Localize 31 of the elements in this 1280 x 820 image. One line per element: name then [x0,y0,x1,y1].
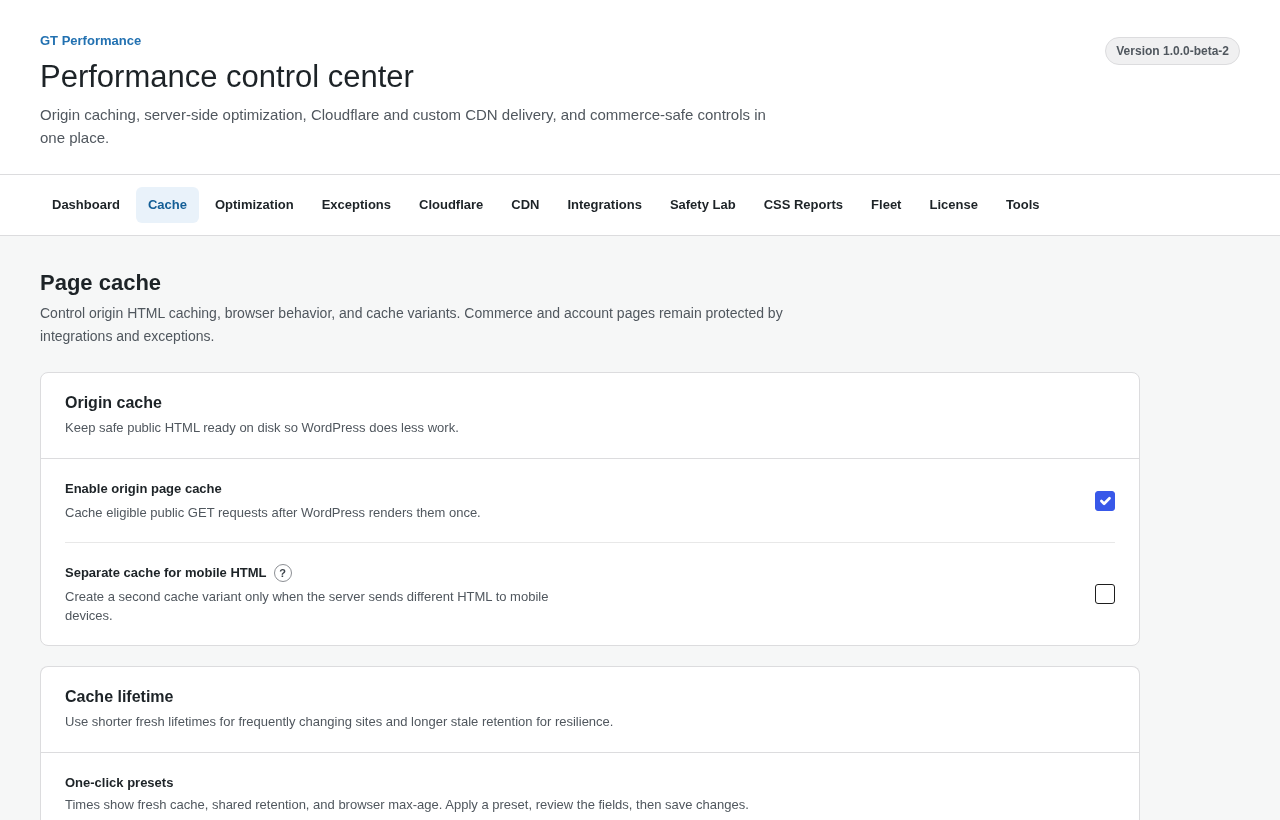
checkbox[interactable] [1095,584,1115,604]
card-title: Cache lifetime [65,687,175,707]
version-pill: Version 1.0.0-beta-2 [1105,37,1240,65]
card-description: Use shorter fresh lifetimes for frequently changing sites and longer stale retention for resilience. [65,713,615,731]
setting-label: Enable origin page cache [65,480,222,498]
nav-tab[interactable]: CDN [499,187,552,223]
help-icon[interactable]: ? [273,564,292,582]
setting-description: Cache eligible public GET requests after WordPress renders them once. [65,504,481,522]
card-description: Keep safe public HTML ready on disk so WordPress does less work. [65,419,460,437]
nav-tab[interactable]: Integrations [555,187,654,223]
brand-label: GT Performance [40,32,143,50]
checkbox[interactable] [1095,490,1115,511]
section-title: Page cache [40,269,163,297]
nav-tab[interactable]: Optimization [202,187,306,223]
nav-tab[interactable]: Exceptions [309,187,403,223]
nav-tab[interactable]: Tools [993,187,1052,223]
nav-tab[interactable]: Fleet [859,187,914,223]
nav-tab[interactable]: Safety Lab [657,187,748,223]
nav-tab[interactable]: Cache [135,187,199,223]
nav-tab[interactable]: License [917,187,990,223]
setting-label: One-click presets [65,774,174,792]
nav-tab[interactable]: Dashboard [40,187,132,223]
nav-tab[interactable]: Cloudflare [407,187,496,223]
page-title: Performance control center [40,58,415,96]
card-title: Origin cache [65,393,163,413]
setting-description: Create a second cache variant only when the server sends different HTML to mobile devices. [65,588,550,625]
section-description: Control origin HTML caching, browser behavior, and cache variants. Commerce and account pages remain protected by integrations and exceptions. [40,304,784,346]
page-subtitle: Origin caching, server-side optimization, Cloudflare and custom CDN delivery, and commerce-safe controls in one place. [40,105,767,148]
setting-label: Separate cache for mobile HTML [65,564,267,582]
setting-description: Times show fresh cache, shared retention, and browser max-age. Apply a preset, review the fields, then save changes. [65,796,749,814]
nav-tab[interactable]: CSS Reports [751,187,856,223]
